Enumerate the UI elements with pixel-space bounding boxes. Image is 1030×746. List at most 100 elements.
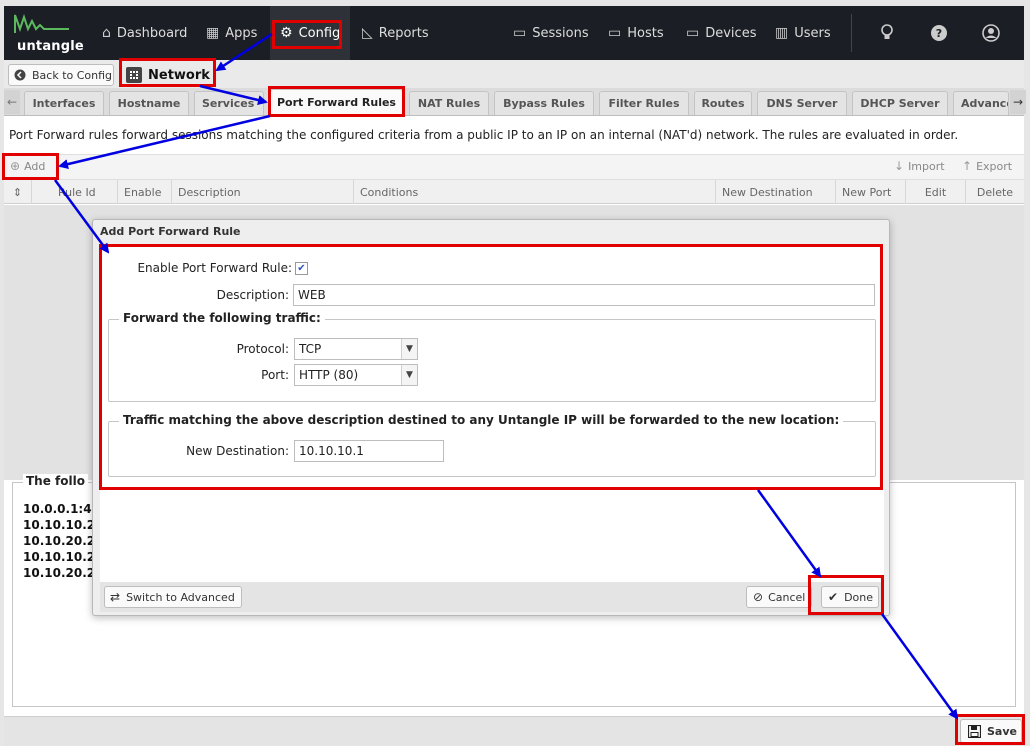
tab-scroll-right-icon[interactable]: →	[1010, 90, 1026, 114]
column-label: Description	[178, 185, 241, 199]
nav-sessions[interactable]: ▭ Sessions	[507, 6, 595, 60]
nav-config-label: Config	[298, 25, 341, 41]
nav-devices[interactable]: ▭ Devices	[680, 6, 762, 60]
column-label: Conditions	[360, 185, 419, 199]
tab-label: Services	[202, 97, 255, 110]
port-label: Port:	[261, 368, 289, 382]
column-new-port[interactable]: New Port	[836, 180, 906, 204]
users-icon: ▥	[775, 25, 789, 41]
enable-label: Enable Port Forward Rule:	[137, 261, 292, 275]
cancel-button[interactable]: ⊘ Cancel	[746, 586, 812, 608]
tab-dns-server[interactable]: DNS Server	[757, 91, 847, 115]
add-button[interactable]: ⊕ Add	[10, 159, 45, 173]
tab-label: DHCP Server	[860, 97, 940, 110]
tab-hostname[interactable]: Hostname	[109, 91, 189, 115]
new-destination-label: New Destination:	[186, 444, 289, 458]
nav-hosts[interactable]: ▭ Hosts	[602, 6, 670, 60]
column-label: New Port	[842, 185, 892, 199]
column-label: Delete	[976, 185, 1014, 199]
arrow-up-icon: ↑	[962, 159, 973, 173]
new-destination-field[interactable]: 10.10.10.1	[294, 440, 444, 462]
summary-line: 10.10.20.2	[23, 534, 96, 548]
back-to-config-button[interactable]: Back to Config	[8, 64, 114, 86]
done-label: Done	[844, 590, 874, 604]
nav-apps[interactable]: ▦ Apps	[200, 6, 263, 60]
account-icon[interactable]	[982, 24, 1000, 42]
column-label: Enable	[124, 185, 162, 199]
arrow-down-icon: ↓	[894, 159, 905, 173]
column-description[interactable]: Description	[172, 180, 354, 204]
port-select[interactable]: HTTP (80) ▼	[294, 364, 418, 386]
reorder-column-icon[interactable]: ⇕	[4, 180, 32, 204]
tab-services[interactable]: Services	[194, 91, 264, 115]
nav-users[interactable]: ▥ Users	[769, 6, 837, 60]
dialog-title: Add Port Forward Rule	[100, 225, 241, 238]
export-button[interactable]: ↑ Export	[962, 159, 1012, 173]
tab-advanced[interactable]: Advanced	[953, 91, 1009, 115]
svg-text:?: ?	[936, 27, 942, 40]
column-rule-id[interactable]: Rule Id	[32, 180, 118, 204]
nav-dashboard[interactable]: ⌂ Dashboard	[96, 6, 193, 60]
help-icon[interactable]: ?	[930, 24, 948, 42]
save-label: Save	[987, 724, 1017, 738]
breadcrumb: Back to Config Network	[4, 60, 1024, 88]
chevron-down-icon[interactable]: ▼	[401, 339, 417, 359]
tab-routes[interactable]: Routes	[694, 91, 752, 115]
column-edit[interactable]: Edit	[906, 180, 966, 204]
monitor-icon: ▭	[608, 25, 622, 41]
dialog-body: Enable Port Forward Rule: ✔ Description:…	[100, 244, 884, 582]
switch-to-advanced-button[interactable]: ⇄ Switch to Advanced	[104, 586, 242, 608]
save-button[interactable]: Save	[960, 719, 1022, 743]
tab-label: Bypass Rules	[503, 97, 585, 110]
column-new-destination[interactable]: New Destination	[716, 180, 836, 204]
page-title-label: Network	[148, 67, 210, 83]
nav-reports[interactable]: ◺ Reports	[356, 6, 435, 60]
tab-port-forward-rules[interactable]: Port Forward Rules	[270, 89, 403, 115]
tab-scroll-left-icon[interactable]: ←	[4, 90, 20, 114]
destination-legend: Traffic matching the above description d…	[119, 413, 844, 427]
column-conditions[interactable]: Conditions	[354, 180, 716, 204]
nav-dashboard-label: Dashboard	[116, 25, 188, 41]
tab-bypass-rules[interactable]: Bypass Rules	[494, 91, 594, 115]
tab-label: DNS Server	[766, 97, 838, 110]
enable-checkbox[interactable]: ✔	[295, 262, 308, 275]
protocol-label: Protocol:	[236, 342, 289, 356]
tab-label: NAT Rules	[417, 97, 481, 110]
protocol-select[interactable]: TCP ▼	[294, 338, 418, 360]
description-label: Description:	[216, 288, 289, 302]
logo-text: untangle	[17, 39, 84, 54]
tab-filter-rules[interactable]: Filter Rules	[599, 91, 689, 115]
done-button[interactable]: ✔ Done	[821, 586, 879, 608]
summary-line: 10.10.20.2	[23, 566, 96, 580]
floppy-disk-icon	[968, 724, 981, 738]
export-label: Export	[976, 159, 1013, 173]
tab-label: Hostname	[117, 97, 181, 110]
nav-users-label: Users	[794, 25, 831, 41]
lightbulb-icon[interactable]	[878, 24, 896, 42]
nav-reports-label: Reports	[378, 25, 429, 41]
top-navigation: untangle ⌂ Dashboard ▦ Apps ⚙ Config ◺ R…	[4, 6, 1024, 60]
tab-label: Interfaces	[32, 97, 96, 110]
tab-interfaces[interactable]: Interfaces	[24, 91, 104, 115]
column-label: Rule Id	[58, 185, 96, 199]
grid-icon: ▦	[206, 25, 220, 41]
home-icon: ⌂	[102, 25, 111, 41]
back-to-config-label: Back to Config	[32, 68, 113, 82]
column-delete[interactable]: Delete	[966, 180, 1024, 204]
import-button[interactable]: ↓ Import	[894, 159, 945, 173]
back-arrow-icon	[14, 69, 26, 81]
summary-legend: The follo	[23, 474, 88, 488]
tab-label: Filter Rules	[608, 97, 680, 110]
add-port-forward-rule-dialog: Add Port Forward Rule Enable Port Forwar…	[92, 219, 890, 616]
chevron-down-icon[interactable]: ▼	[401, 365, 417, 385]
tab-dhcp-server[interactable]: DHCP Server	[852, 91, 948, 115]
switch-label: Switch to Advanced	[126, 590, 235, 604]
column-enable[interactable]: Enable	[118, 180, 172, 204]
untangle-logo[interactable]: untangle	[12, 11, 84, 57]
intro-text: Port Forward rules forward sessions matc…	[9, 128, 959, 142]
page-title: Network	[126, 64, 210, 86]
description-field[interactable]: WEB	[293, 284, 875, 306]
nav-config[interactable]: ⚙ Config	[270, 6, 350, 60]
import-label: Import	[908, 159, 945, 173]
tab-nat-rules[interactable]: NAT Rules	[409, 91, 489, 115]
